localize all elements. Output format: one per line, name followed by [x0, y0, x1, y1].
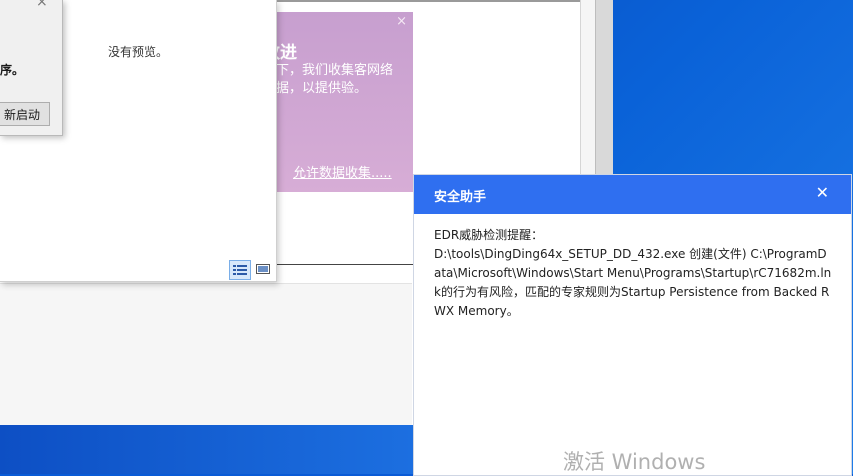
- desktop-strip: [0, 425, 413, 474]
- alert-message: D:\tools\DingDing64x_SETUP_DD_432.exe 创建…: [434, 247, 832, 318]
- details-view-icon: [233, 265, 247, 275]
- close-icon[interactable]: ×: [36, 0, 48, 10]
- activation-watermark: 激活 Windows: [563, 450, 706, 474]
- banner-body: 况下，我们收集客网络数据，以提供验。: [263, 63, 394, 96]
- divider: [276, 264, 416, 265]
- no-preview-text: 没有预览。: [108, 45, 169, 59]
- dialog-message: 序。: [0, 63, 25, 77]
- lower-pane: [0, 283, 412, 426]
- close-icon[interactable]: ✕: [816, 183, 829, 202]
- restart-button[interactable]: 新启动: [0, 102, 50, 126]
- popup-header: 安全助手 ✕: [414, 175, 851, 214]
- restart-dialog: × 序。 新启动: [0, 0, 63, 136]
- data-collection-banner: 改进 况下，我们收集客网络数据，以提供验。 允许数据收集..... ×: [263, 12, 413, 192]
- large-icons-view-icon: [256, 264, 270, 274]
- allow-data-collection-link[interactable]: 允许数据收集.....: [293, 162, 392, 181]
- security-assistant-popup: 安全助手 ✕ EDR威胁检测提醒： D:\tools\DingDing64x_S…: [413, 174, 852, 476]
- divider: [276, 0, 580, 2]
- alert-heading: EDR威胁检测提醒：: [434, 228, 544, 242]
- details-view-button[interactable]: [229, 260, 251, 280]
- popup-content: EDR威胁检测提醒： D:\tools\DingDing64x_SETUP_DD…: [434, 226, 834, 321]
- popup-title: 安全助手: [434, 190, 487, 205]
- large-icons-view-button[interactable]: [253, 260, 273, 278]
- close-icon[interactable]: ×: [396, 14, 407, 29]
